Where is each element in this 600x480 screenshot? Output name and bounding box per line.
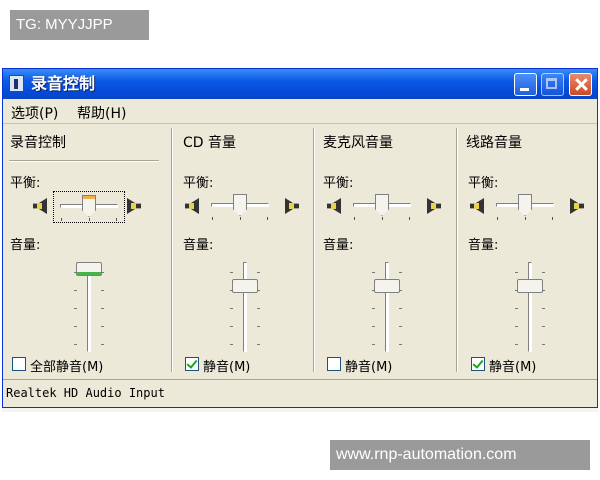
menu-help[interactable]: 帮助(H): [77, 103, 126, 123]
mute-all-label[interactable]: 全部静音(M): [30, 356, 103, 375]
volume-label: 音量:: [323, 238, 354, 253]
speaker-left-icon: [470, 198, 484, 214]
balance-label: 平衡:: [10, 176, 41, 191]
volume-slider[interactable]: [230, 262, 260, 352]
volume-thumb[interactable]: [517, 279, 543, 293]
speaker-right-icon: [285, 198, 299, 214]
speaker-left-icon: [327, 198, 341, 214]
menu-options[interactable]: 选项(P): [11, 103, 58, 123]
balance-thumb[interactable]: [518, 194, 532, 216]
status-text: Realtek HD Audio Input: [6, 386, 165, 400]
column-recording-control: 录音控制 平衡: 音量: 全部静音(M): [3, 124, 171, 376]
mute-all-checkbox[interactable]: [12, 357, 26, 371]
background-window-strip: [2, 408, 598, 412]
volume-label: 音量:: [10, 238, 41, 253]
balance-slider[interactable]: [53, 191, 125, 223]
mute-checkbox[interactable]: [185, 357, 199, 371]
title-divider: [9, 160, 159, 162]
volume-label: 音量:: [468, 238, 499, 253]
mute-label[interactable]: 静音(M): [489, 356, 536, 375]
column-line-volume: 线路音量 平衡: 音量: 静音(M): [458, 124, 597, 376]
volume-thumb[interactable]: [232, 279, 258, 293]
title-bar[interactable]: 录音控制: [3, 69, 597, 99]
watermark-bottom: www.rnp-automation.com: [330, 440, 590, 470]
balance-thumb[interactable]: [375, 194, 389, 216]
balance-slider[interactable]: [490, 191, 560, 221]
window-title: 录音控制: [31, 74, 96, 93]
volume-label: 音量:: [183, 238, 214, 253]
balance-thumb[interactable]: [233, 194, 247, 216]
volume-thumb[interactable]: [374, 279, 400, 293]
minimize-icon[interactable]: [514, 73, 537, 96]
speaker-right-icon: [127, 198, 141, 214]
column-cd-volume: CD 音量 平衡: 音量: 静音(M): [173, 124, 313, 376]
status-bar: Realtek HD Audio Input: [3, 379, 597, 408]
window-icon[interactable]: [9, 75, 24, 92]
speaker-right-icon: [570, 198, 584, 214]
volume-slider[interactable]: [515, 262, 545, 352]
maximize-icon: [541, 73, 564, 96]
column-title: CD 音量: [183, 135, 237, 151]
close-icon[interactable]: [569, 73, 592, 96]
volume-slider[interactable]: [74, 262, 104, 352]
speaker-left-icon: [33, 198, 47, 214]
balance-label: 平衡:: [468, 176, 499, 191]
recording-control-window: 录音控制 选项(P) 帮助(H) 录音控制 平衡: 音量: 全部静音(M) CD…: [2, 68, 598, 408]
volume-thumb[interactable]: [76, 262, 102, 276]
speaker-left-icon: [185, 198, 199, 214]
balance-thumb[interactable]: [82, 195, 96, 217]
mute-label[interactable]: 静音(M): [203, 356, 250, 375]
menu-bar: 选项(P) 帮助(H): [3, 99, 597, 124]
volume-slider[interactable]: [372, 262, 402, 352]
balance-label: 平衡:: [323, 176, 354, 191]
balance-label: 平衡:: [183, 176, 214, 191]
mixer-area: 录音控制 平衡: 音量: 全部静音(M) CD 音量 平衡: 音量: 静音(M)…: [3, 124, 597, 376]
mute-label[interactable]: 静音(M): [345, 356, 392, 375]
column-microphone-volume: 麦克风音量 平衡: 音量: 静音(M): [315, 124, 455, 376]
column-title: 麦克风音量: [323, 135, 393, 151]
mute-checkbox[interactable]: [471, 357, 485, 371]
watermark-top: TG: MYYJJPP: [10, 10, 149, 40]
balance-slider[interactable]: [205, 191, 275, 221]
balance-slider[interactable]: [347, 191, 417, 221]
mute-checkbox[interactable]: [327, 357, 341, 371]
column-title: 线路音量: [466, 135, 522, 151]
column-title: 录音控制: [10, 135, 66, 151]
speaker-right-icon: [427, 198, 441, 214]
